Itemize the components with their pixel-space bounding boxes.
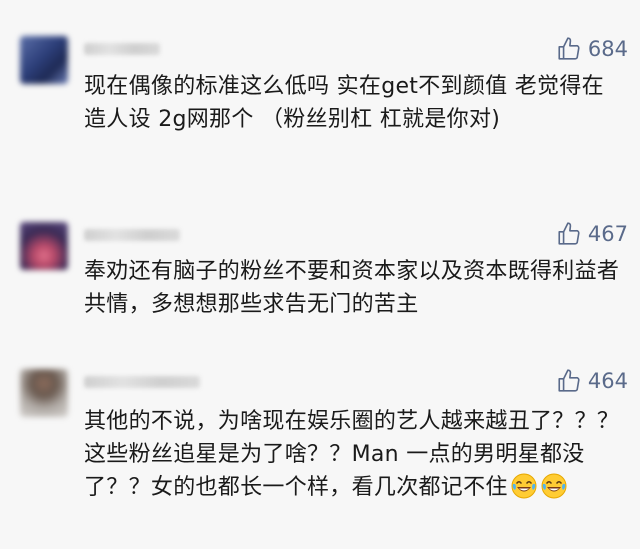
avatar[interactable] [20, 369, 68, 417]
avatar[interactable] [20, 36, 68, 84]
comment-text: 其他的不说，为啥现在娱乐圈的艺人越来越丑了？？？这些粉丝追星是为了啥？？Man … [84, 405, 624, 504]
avatar[interactable] [20, 222, 68, 270]
like-button[interactable]: 467 [556, 219, 628, 249]
laughing-tears-emoji [541, 473, 567, 499]
like-count: 467 [587, 222, 628, 246]
thumbs-up-icon [558, 37, 580, 60]
thumbs-up-icon [558, 369, 580, 392]
like-count: 684 [587, 37, 628, 61]
thumbs-up-icon [558, 222, 580, 245]
laughing-tears-emoji [511, 473, 537, 499]
comment-text: 现在偶像的标准这么低吗 实在get不到颜值 老觉得在造人设 2g网那个 （粉丝别… [84, 74, 604, 132]
comment-text: 奉劝还有脑子的粉丝不要和资本家以及资本既得利益者共情，多想想那些求告无门的苦主 [84, 259, 620, 317]
like-count: 464 [587, 369, 628, 393]
username-blurred[interactable] [84, 229, 180, 241]
like-button[interactable]: 464 [556, 366, 628, 396]
like-button[interactable]: 684 [556, 34, 628, 64]
username-blurred[interactable] [84, 376, 200, 388]
username-blurred[interactable] [84, 43, 160, 55]
